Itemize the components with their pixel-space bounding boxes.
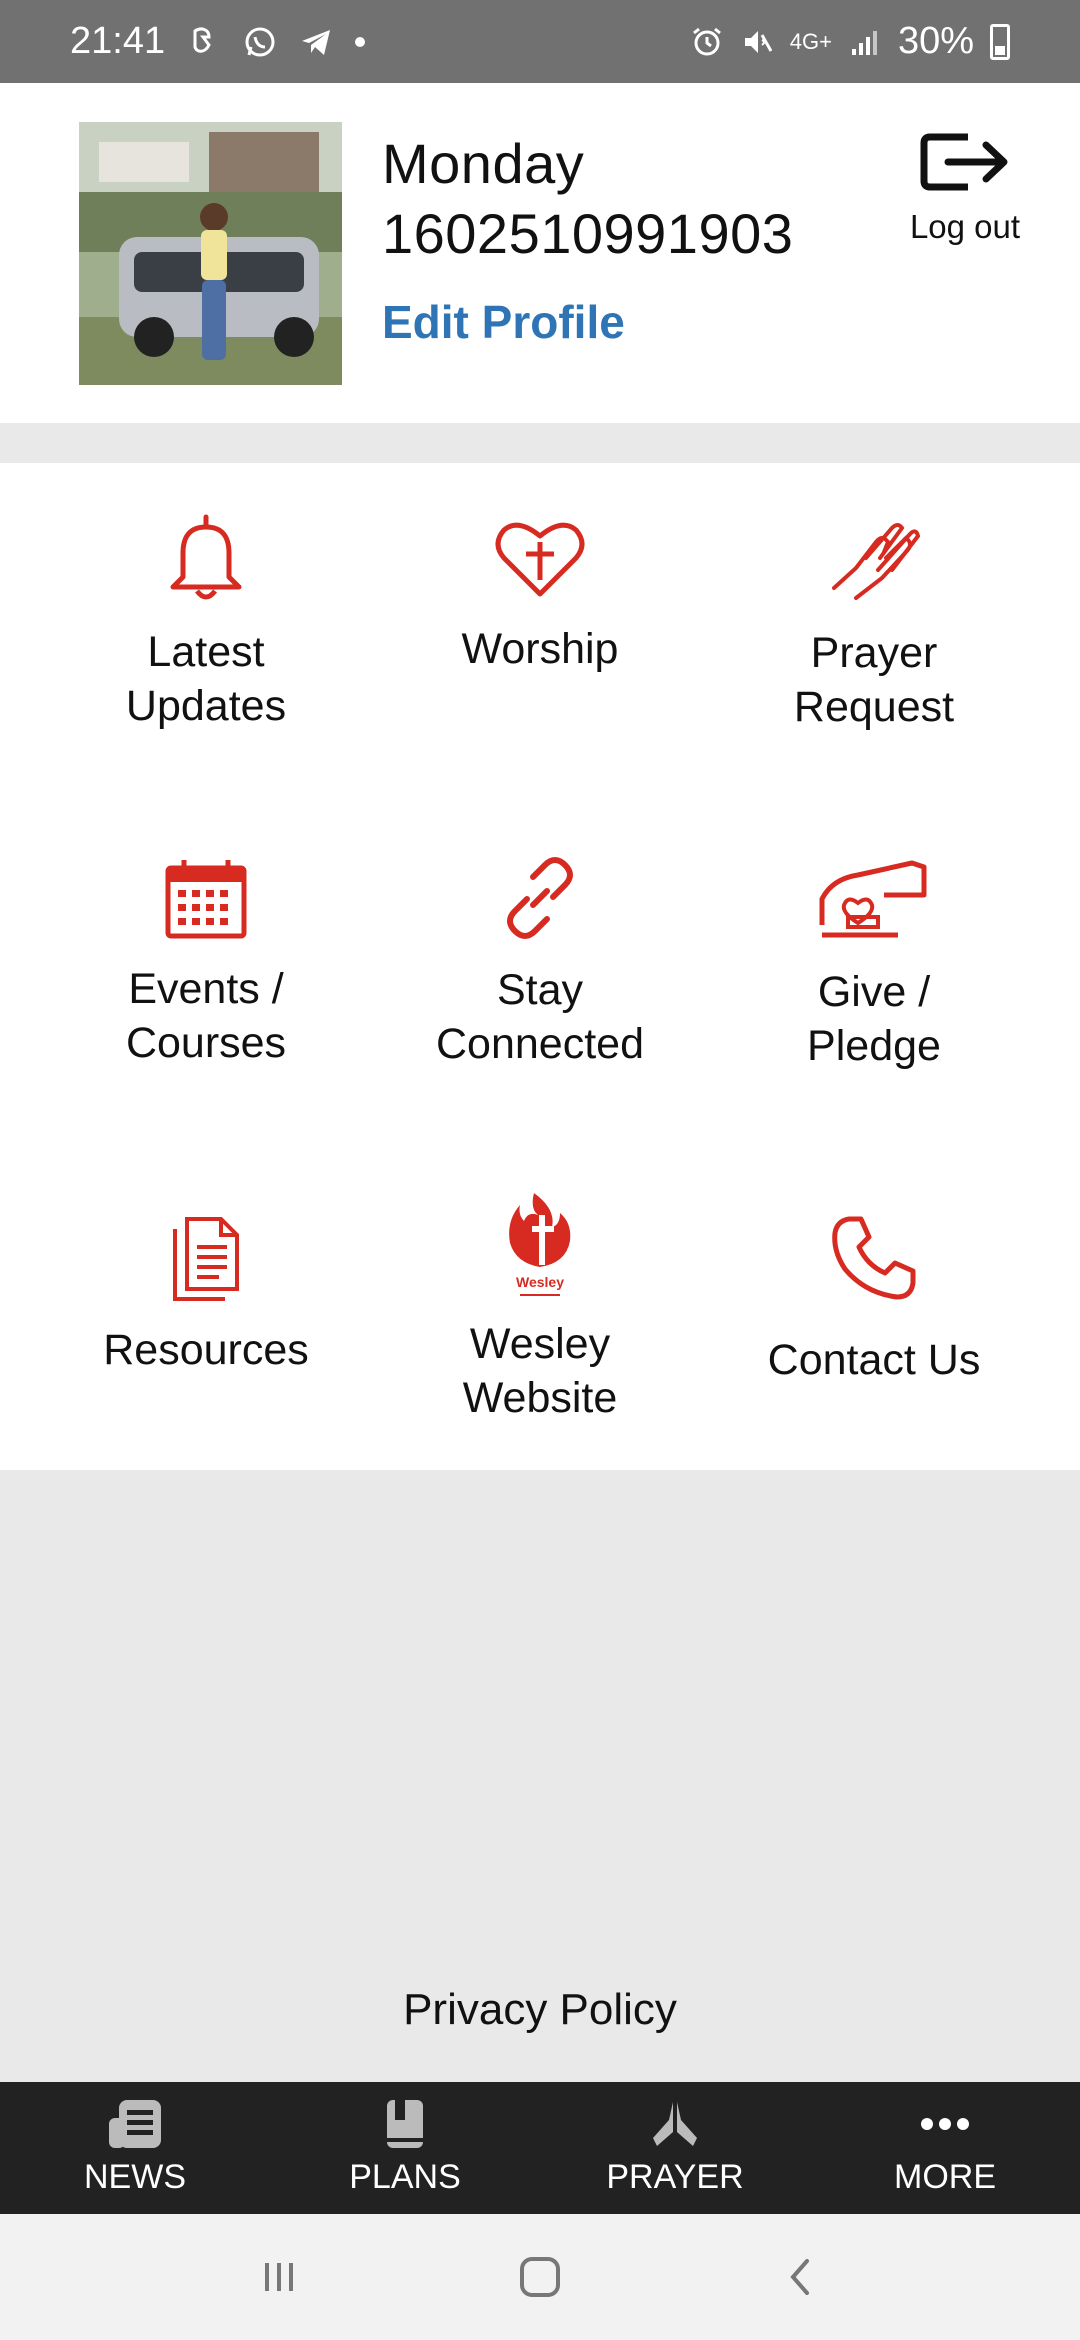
profile-name-line2: 1602510991903 (382, 202, 794, 265)
menu-grid: Latest Updates Worship Prayer Request Ev… (0, 463, 1080, 1470)
link-icon (507, 857, 573, 939)
tile-label: Resources (103, 1326, 309, 1374)
logout-icon (920, 133, 1008, 191)
wesley-logo-icon: Wesley (509, 1193, 571, 1296)
newspaper-icon (109, 2100, 161, 2148)
tile-worship[interactable]: Worship (373, 518, 707, 676)
signal-icon (851, 30, 877, 55)
tile-stay-connected[interactable]: Stay Connected (373, 855, 707, 1071)
telegram-icon (302, 29, 331, 55)
heart-cross-icon (495, 522, 585, 597)
profile-header: Monday 1602510991903 Edit Profile Log ou… (0, 83, 1080, 423)
home-icon[interactable] (518, 2255, 562, 2299)
status-time: 21:41 (70, 20, 166, 62)
profile-photo (79, 122, 342, 385)
mute-icon (744, 30, 773, 53)
nav-label: MORE (894, 2158, 996, 2196)
pray-icon (653, 2102, 697, 2146)
more-dots-icon (921, 2118, 969, 2130)
nav-news[interactable]: NEWS (0, 2082, 270, 2214)
book-icon (387, 2100, 423, 2148)
tile-give-pledge[interactable]: Give / Pledge (707, 855, 1041, 1073)
tile-prayer-request[interactable]: Prayer Request (707, 518, 1041, 734)
tile-label: Stay Connected (436, 966, 644, 1068)
avatar[interactable] (79, 122, 342, 385)
nav-prayer[interactable]: PRAYER (540, 2082, 810, 2214)
phone-icon (832, 1216, 916, 1300)
edit-profile-link[interactable]: Edit Profile (382, 295, 625, 349)
nav-more[interactable]: MORE (810, 2082, 1080, 2214)
logout-button[interactable]: Log out (890, 131, 1040, 246)
privacy-policy-link[interactable]: Privacy Policy (0, 1985, 1080, 2035)
notification-dot-icon (355, 36, 366, 47)
tile-wesley-website[interactable]: Wesley Wesley Website (373, 1191, 707, 1425)
messenger-icon (193, 27, 211, 53)
back-icon[interactable] (781, 2257, 821, 2297)
nav-label: PRAYER (606, 2158, 744, 2196)
tile-label: Latest Updates (125, 628, 287, 730)
nav-plans[interactable]: PLANS (270, 2082, 540, 2214)
status-bar: 21:41 4G+ 30% (0, 0, 1080, 83)
battery-icon (990, 23, 1010, 60)
tile-contact-us[interactable]: Contact Us (707, 1215, 1041, 1387)
recent-apps-icon[interactable] (259, 2257, 299, 2297)
bell-icon (170, 514, 242, 600)
tile-label: Events / Courses (125, 965, 287, 1067)
nav-label: NEWS (84, 2158, 186, 2196)
giving-hand-icon (819, 860, 927, 938)
tile-label: Worship (461, 625, 619, 673)
document-icon (173, 1217, 239, 1301)
system-nav-bar (0, 2214, 1080, 2340)
tile-label: Wesley Website (462, 1320, 618, 1422)
tile-latest-updates[interactable]: Latest Updates (39, 513, 373, 733)
alarm-icon (692, 27, 721, 55)
tile-label: Prayer Request (793, 629, 955, 731)
whatsapp-icon (245, 27, 275, 56)
profile-name-line1: Monday (382, 132, 585, 195)
logout-label: Log out (909, 208, 1021, 245)
calendar-icon (165, 860, 247, 939)
tile-events-courses[interactable]: Events / Courses (39, 858, 373, 1070)
nav-label: PLANS (349, 2158, 461, 2196)
bottom-nav: NEWS PLANS PRAYER MORE (0, 2082, 1080, 2214)
wesley-logo-text: Wesley (516, 1274, 564, 1290)
tile-label: Give / Pledge (807, 968, 941, 1070)
praying-hands-icon (832, 523, 921, 600)
tile-resources[interactable]: Resources (39, 1215, 373, 1377)
tile-label: Contact Us (767, 1336, 981, 1384)
network-type: 4G+ (789, 28, 832, 54)
battery-percent: 30% (897, 20, 974, 62)
